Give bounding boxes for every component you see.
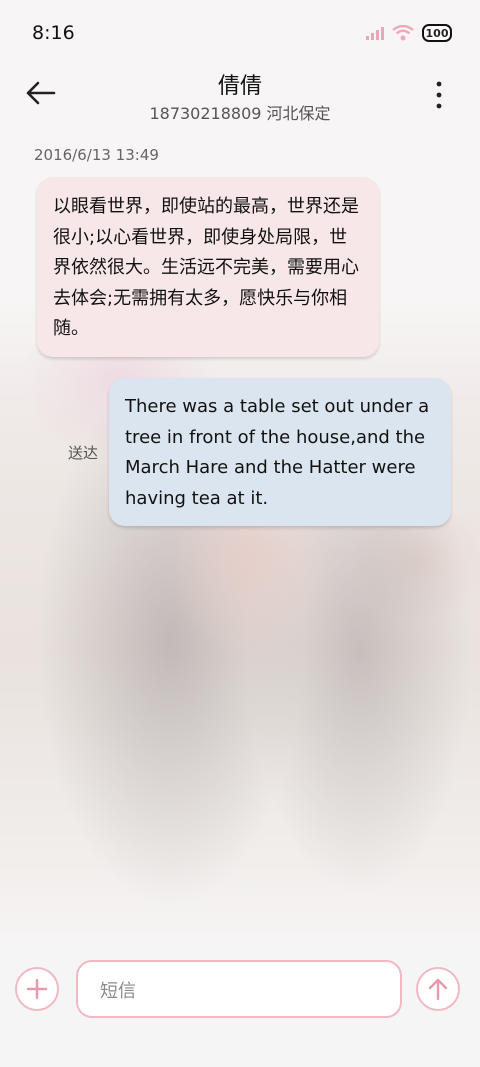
status-bar: 8:16 100 — [0, 0, 480, 60]
add-attachment-button[interactable] — [15, 967, 59, 1011]
status-icons: 100 — [366, 22, 452, 44]
wifi-icon — [392, 25, 414, 41]
more-vert-icon[interactable] — [434, 80, 444, 110]
send-button[interactable] — [416, 967, 460, 1011]
incoming-message-bubble[interactable]: 以眼看世界，即使站的最高，世界还是很小;以心看世界，即使身处局限，世界依然很大。… — [37, 177, 379, 357]
outgoing-message-text: There was a table set out under a tree i… — [125, 396, 430, 509]
battery-level: 100 — [425, 26, 449, 40]
delivery-status: 送达 — [68, 444, 99, 462]
conversation-header: 倩倩 18730218809 河北保定 — [0, 60, 480, 140]
contact-number-location: 18730218809 河北保定 — [149, 104, 331, 123]
signal-icon — [366, 27, 384, 40]
contact-name: 倩倩 — [217, 74, 262, 99]
incoming-message-text: 以眼看世界，即使站的最高，世界还是很小;以心看世界，即使身处局限，世界依然很大。… — [53, 196, 359, 339]
message-input[interactable] — [98, 976, 382, 1006]
add-icon — [26, 978, 48, 1000]
send-arrow-icon — [428, 978, 448, 1001]
battery-icon: 100 — [422, 24, 452, 42]
status-time: 8:16 — [32, 22, 75, 44]
message-input-container[interactable] — [76, 960, 402, 1018]
message-timestamp: 2016/6/13 13:49 — [34, 146, 159, 164]
outgoing-message-bubble[interactable]: There was a table set out under a tree i… — [109, 378, 451, 526]
